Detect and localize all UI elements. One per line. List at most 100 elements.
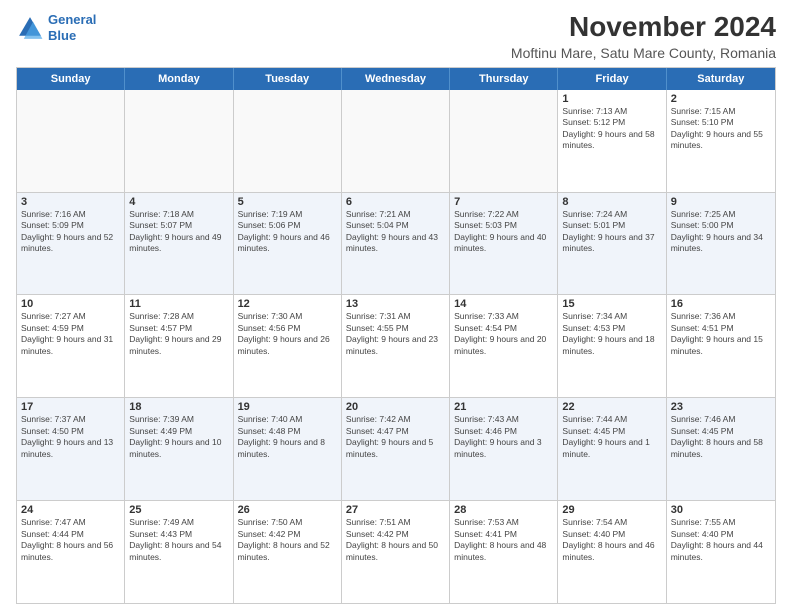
day-info: Sunrise: 7:54 AM Sunset: 4:40 PM Dayligh… [562, 517, 661, 563]
day-info: Sunrise: 7:53 AM Sunset: 4:41 PM Dayligh… [454, 517, 553, 563]
calendar-cell: 12Sunrise: 7:30 AM Sunset: 4:56 PM Dayli… [234, 295, 342, 397]
header-day-tuesday: Tuesday [234, 68, 342, 90]
day-info: Sunrise: 7:24 AM Sunset: 5:01 PM Dayligh… [562, 209, 661, 255]
day-info: Sunrise: 7:49 AM Sunset: 4:43 PM Dayligh… [129, 517, 228, 563]
day-info: Sunrise: 7:19 AM Sunset: 5:06 PM Dayligh… [238, 209, 337, 255]
day-number: 25 [129, 504, 228, 516]
logo: General Blue [16, 12, 96, 43]
calendar-cell: 7Sunrise: 7:22 AM Sunset: 5:03 PM Daylig… [450, 193, 558, 295]
day-info: Sunrise: 7:28 AM Sunset: 4:57 PM Dayligh… [129, 311, 228, 357]
calendar-cell: 16Sunrise: 7:36 AM Sunset: 4:51 PM Dayli… [667, 295, 775, 397]
day-number: 28 [454, 504, 553, 516]
day-number: 29 [562, 504, 661, 516]
sub-title: Moftinu Mare, Satu Mare County, Romania [511, 45, 776, 61]
day-number: 2 [671, 93, 771, 105]
calendar-cell: 1Sunrise: 7:13 AM Sunset: 5:12 PM Daylig… [558, 90, 666, 192]
day-info: Sunrise: 7:13 AM Sunset: 5:12 PM Dayligh… [562, 106, 661, 152]
calendar-cell: 11Sunrise: 7:28 AM Sunset: 4:57 PM Dayli… [125, 295, 233, 397]
day-number: 13 [346, 298, 445, 310]
main-title: November 2024 [511, 12, 776, 43]
day-info: Sunrise: 7:36 AM Sunset: 4:51 PM Dayligh… [671, 311, 771, 357]
calendar-cell: 14Sunrise: 7:33 AM Sunset: 4:54 PM Dayli… [450, 295, 558, 397]
header: General Blue November 2024 Moftinu Mare,… [16, 12, 776, 61]
day-number: 8 [562, 196, 661, 208]
day-info: Sunrise: 7:34 AM Sunset: 4:53 PM Dayligh… [562, 311, 661, 357]
day-number: 3 [21, 196, 120, 208]
header-day-friday: Friday [558, 68, 666, 90]
day-info: Sunrise: 7:40 AM Sunset: 4:48 PM Dayligh… [238, 414, 337, 460]
day-number: 15 [562, 298, 661, 310]
page: General Blue November 2024 Moftinu Mare,… [0, 0, 792, 612]
calendar-cell: 20Sunrise: 7:42 AM Sunset: 4:47 PM Dayli… [342, 398, 450, 500]
day-number: 16 [671, 298, 771, 310]
calendar-row-4: 17Sunrise: 7:37 AM Sunset: 4:50 PM Dayli… [17, 398, 775, 501]
calendar-cell: 28Sunrise: 7:53 AM Sunset: 4:41 PM Dayli… [450, 501, 558, 603]
day-info: Sunrise: 7:42 AM Sunset: 4:47 PM Dayligh… [346, 414, 445, 460]
calendar-cell: 9Sunrise: 7:25 AM Sunset: 5:00 PM Daylig… [667, 193, 775, 295]
day-info: Sunrise: 7:16 AM Sunset: 5:09 PM Dayligh… [21, 209, 120, 255]
day-number: 20 [346, 401, 445, 413]
logo-general: General [48, 12, 96, 27]
calendar-cell: 24Sunrise: 7:47 AM Sunset: 4:44 PM Dayli… [17, 501, 125, 603]
day-number: 18 [129, 401, 228, 413]
logo-text: General Blue [48, 12, 96, 43]
calendar-cell: 2Sunrise: 7:15 AM Sunset: 5:10 PM Daylig… [667, 90, 775, 192]
day-number: 22 [562, 401, 661, 413]
day-info: Sunrise: 7:15 AM Sunset: 5:10 PM Dayligh… [671, 106, 771, 152]
day-number: 21 [454, 401, 553, 413]
logo-icon [16, 14, 44, 42]
day-number: 17 [21, 401, 120, 413]
day-number: 14 [454, 298, 553, 310]
calendar-cell: 18Sunrise: 7:39 AM Sunset: 4:49 PM Dayli… [125, 398, 233, 500]
day-info: Sunrise: 7:46 AM Sunset: 4:45 PM Dayligh… [671, 414, 771, 460]
day-number: 19 [238, 401, 337, 413]
calendar-cell: 4Sunrise: 7:18 AM Sunset: 5:07 PM Daylig… [125, 193, 233, 295]
calendar-cell: 10Sunrise: 7:27 AM Sunset: 4:59 PM Dayli… [17, 295, 125, 397]
calendar-row-2: 3Sunrise: 7:16 AM Sunset: 5:09 PM Daylig… [17, 193, 775, 296]
calendar-cell [450, 90, 558, 192]
day-number: 1 [562, 93, 661, 105]
calendar-cell [234, 90, 342, 192]
day-number: 30 [671, 504, 771, 516]
calendar-row-1: 1Sunrise: 7:13 AM Sunset: 5:12 PM Daylig… [17, 90, 775, 193]
calendar-cell: 3Sunrise: 7:16 AM Sunset: 5:09 PM Daylig… [17, 193, 125, 295]
day-number: 24 [21, 504, 120, 516]
day-info: Sunrise: 7:22 AM Sunset: 5:03 PM Dayligh… [454, 209, 553, 255]
day-number: 10 [21, 298, 120, 310]
header-day-monday: Monday [125, 68, 233, 90]
day-info: Sunrise: 7:55 AM Sunset: 4:40 PM Dayligh… [671, 517, 771, 563]
calendar-cell: 27Sunrise: 7:51 AM Sunset: 4:42 PM Dayli… [342, 501, 450, 603]
day-info: Sunrise: 7:37 AM Sunset: 4:50 PM Dayligh… [21, 414, 120, 460]
day-info: Sunrise: 7:31 AM Sunset: 4:55 PM Dayligh… [346, 311, 445, 357]
day-info: Sunrise: 7:47 AM Sunset: 4:44 PM Dayligh… [21, 517, 120, 563]
day-number: 11 [129, 298, 228, 310]
day-number: 9 [671, 196, 771, 208]
calendar-cell: 13Sunrise: 7:31 AM Sunset: 4:55 PM Dayli… [342, 295, 450, 397]
day-number: 4 [129, 196, 228, 208]
calendar: SundayMondayTuesdayWednesdayThursdayFrid… [16, 67, 776, 604]
day-number: 12 [238, 298, 337, 310]
title-section: November 2024 Moftinu Mare, Satu Mare Co… [511, 12, 776, 61]
calendar-cell: 22Sunrise: 7:44 AM Sunset: 4:45 PM Dayli… [558, 398, 666, 500]
day-info: Sunrise: 7:30 AM Sunset: 4:56 PM Dayligh… [238, 311, 337, 357]
day-number: 26 [238, 504, 337, 516]
calendar-cell [17, 90, 125, 192]
day-info: Sunrise: 7:33 AM Sunset: 4:54 PM Dayligh… [454, 311, 553, 357]
calendar-row-3: 10Sunrise: 7:27 AM Sunset: 4:59 PM Dayli… [17, 295, 775, 398]
header-day-sunday: Sunday [17, 68, 125, 90]
calendar-header: SundayMondayTuesdayWednesdayThursdayFrid… [17, 68, 775, 90]
day-number: 6 [346, 196, 445, 208]
day-number: 7 [454, 196, 553, 208]
day-number: 23 [671, 401, 771, 413]
calendar-cell [125, 90, 233, 192]
calendar-cell: 8Sunrise: 7:24 AM Sunset: 5:01 PM Daylig… [558, 193, 666, 295]
calendar-cell: 15Sunrise: 7:34 AM Sunset: 4:53 PM Dayli… [558, 295, 666, 397]
calendar-cell: 6Sunrise: 7:21 AM Sunset: 5:04 PM Daylig… [342, 193, 450, 295]
calendar-cell: 19Sunrise: 7:40 AM Sunset: 4:48 PM Dayli… [234, 398, 342, 500]
day-info: Sunrise: 7:50 AM Sunset: 4:42 PM Dayligh… [238, 517, 337, 563]
calendar-cell: 23Sunrise: 7:46 AM Sunset: 4:45 PM Dayli… [667, 398, 775, 500]
day-number: 27 [346, 504, 445, 516]
day-info: Sunrise: 7:21 AM Sunset: 5:04 PM Dayligh… [346, 209, 445, 255]
logo-blue: Blue [48, 28, 96, 44]
day-number: 5 [238, 196, 337, 208]
